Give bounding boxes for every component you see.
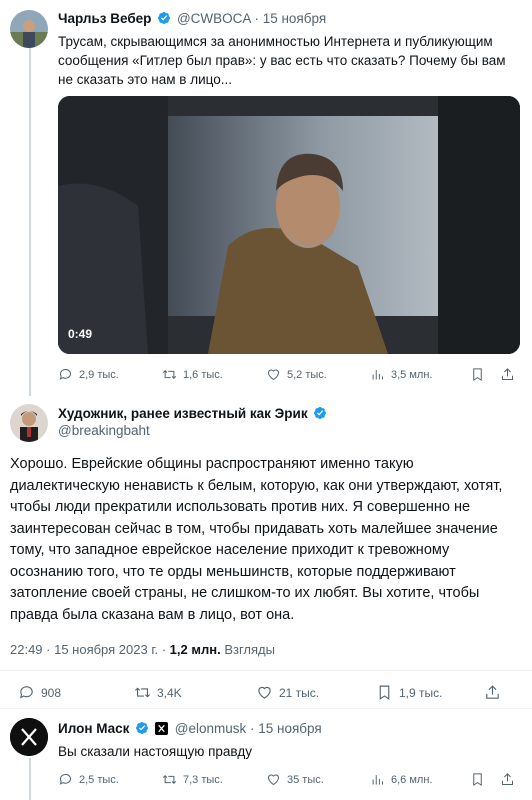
views-count: 6,6 млн.	[391, 773, 433, 786]
verified-badge-icon	[158, 12, 171, 24]
thread-line-top	[29, 48, 31, 396]
like-count: 35 тыс.	[287, 773, 324, 786]
repost-action[interactable]: 3,4K	[134, 684, 256, 701]
views-chart-icon	[372, 775, 383, 785]
views-count: 1,2 млн.	[169, 642, 221, 657]
reply-count: 2,9 тыс.	[79, 368, 119, 381]
reply-count: 908	[41, 685, 62, 700]
views-chart-icon	[372, 370, 383, 380]
verified-badge-icon	[314, 407, 327, 419]
author-handle[interactable]: @elonmusk	[175, 721, 246, 736]
tweet2-text: Хорошо. Еврейские общины распространяют …	[10, 456, 503, 623]
separator-dot: ·	[254, 11, 259, 26]
tweet-date[interactable]: 15 ноября	[263, 11, 326, 26]
heart-icon	[267, 369, 280, 381]
avatar-elon-musk[interactable]	[10, 718, 48, 756]
divider	[0, 670, 532, 671]
repost-icon	[162, 775, 177, 784]
bookmark-count: 1,9 тыс.	[399, 685, 443, 700]
tweet3-text: Вы сказали настоящую правду	[58, 744, 253, 759]
repost-icon	[135, 687, 150, 698]
repost-count: 7,3 тыс.	[183, 773, 223, 786]
heart-icon	[267, 774, 280, 786]
views-action[interactable]: 6,6 млн.	[370, 772, 470, 787]
reply-action[interactable]: 2,5 тыс.	[58, 772, 162, 787]
tweet3-actions: 2,5 тыс. 7,3 тыс. 35 тыс. 6,6 млн.	[58, 772, 520, 787]
repost-icon	[162, 370, 177, 379]
avatar-charles-weber[interactable]	[10, 10, 48, 48]
video-duration: 0:49	[68, 327, 93, 341]
verified-badge-icon	[136, 722, 149, 734]
author-name[interactable]: Илон Маск	[58, 721, 129, 736]
repost-action[interactable]: 1,6 тыс.	[162, 367, 266, 382]
tweet-date[interactable]: 15 ноября	[258, 721, 321, 736]
like-count: 5,2 тыс.	[287, 368, 327, 381]
like-action[interactable]: 21 тыс.	[256, 684, 376, 701]
video-thumbnail	[58, 96, 520, 354]
author-name[interactable]: Чарльз Вебер	[58, 11, 151, 26]
tweet2-header: Художник, ранее известный как Эрик @brea…	[58, 406, 329, 438]
thread-line-bottom	[29, 758, 31, 800]
reply-action[interactable]: 2,9 тыс.	[58, 367, 162, 382]
repost-action[interactable]: 7,3 тыс.	[162, 772, 266, 787]
like-count: 21 тыс.	[279, 685, 320, 700]
bookmark-icon[interactable]	[470, 367, 485, 382]
views-action[interactable]: 3,5 млн.	[370, 367, 470, 382]
tweet3-header: Илон Маск @elonmusk · 15 ноября	[58, 721, 322, 736]
like-action[interactable]: 35 тыс.	[266, 772, 370, 787]
avatar-breakingbaht[interactable]	[10, 404, 48, 442]
tweet1-header: Чарльз Вебер @CWBOCA · 15 ноября	[58, 11, 326, 26]
video-player[interactable]: 0:49	[58, 96, 520, 354]
share-icon[interactable]	[500, 772, 515, 787]
reply-count: 2,5 тыс.	[79, 773, 119, 786]
tweet1-text: Трусам, скрывающимся за анонимностью Инт…	[58, 34, 506, 87]
author-name[interactable]: Художник, ранее известный как Эрик	[58, 406, 308, 421]
bookmark-icon[interactable]	[470, 772, 485, 787]
author-handle[interactable]: @breakingbaht	[58, 423, 329, 438]
heart-icon	[258, 686, 271, 699]
tweet-timestamp[interactable]: 22:49 · 15 ноября 2023 г. ·	[10, 642, 166, 657]
share-icon[interactable]	[500, 367, 515, 382]
bookmark-icon	[379, 685, 390, 700]
tweet2-meta: 22:49 · 15 ноября 2023 г. · 1,2 млн. Взг…	[10, 642, 275, 657]
repost-count: 3,4K	[157, 685, 182, 700]
like-action[interactable]: 5,2 тыс.	[266, 367, 370, 382]
tweet2-actions: 908 3,4K 21 тыс. 1,9 тыс.	[18, 684, 518, 701]
reply-icon	[59, 774, 71, 785]
share-icon[interactable]	[484, 684, 501, 701]
reply-action[interactable]: 908	[18, 684, 134, 701]
views-count: 3,5 млн.	[391, 368, 433, 381]
x-affiliate-badge-icon	[154, 722, 168, 735]
reply-icon	[19, 686, 33, 699]
divider	[0, 708, 532, 709]
tweet1-actions: 2,9 тыс. 1,6 тыс. 5,2 тыс. 3,5 млн.	[58, 367, 520, 382]
author-handle[interactable]: @CWBOCA	[177, 11, 251, 26]
views-label: Взгляды	[224, 642, 275, 657]
bookmark-action[interactable]: 1,9 тыс.	[376, 684, 484, 701]
separator-dot: ·	[249, 721, 255, 736]
repost-count: 1,6 тыс.	[183, 368, 223, 381]
reply-icon	[59, 369, 71, 380]
